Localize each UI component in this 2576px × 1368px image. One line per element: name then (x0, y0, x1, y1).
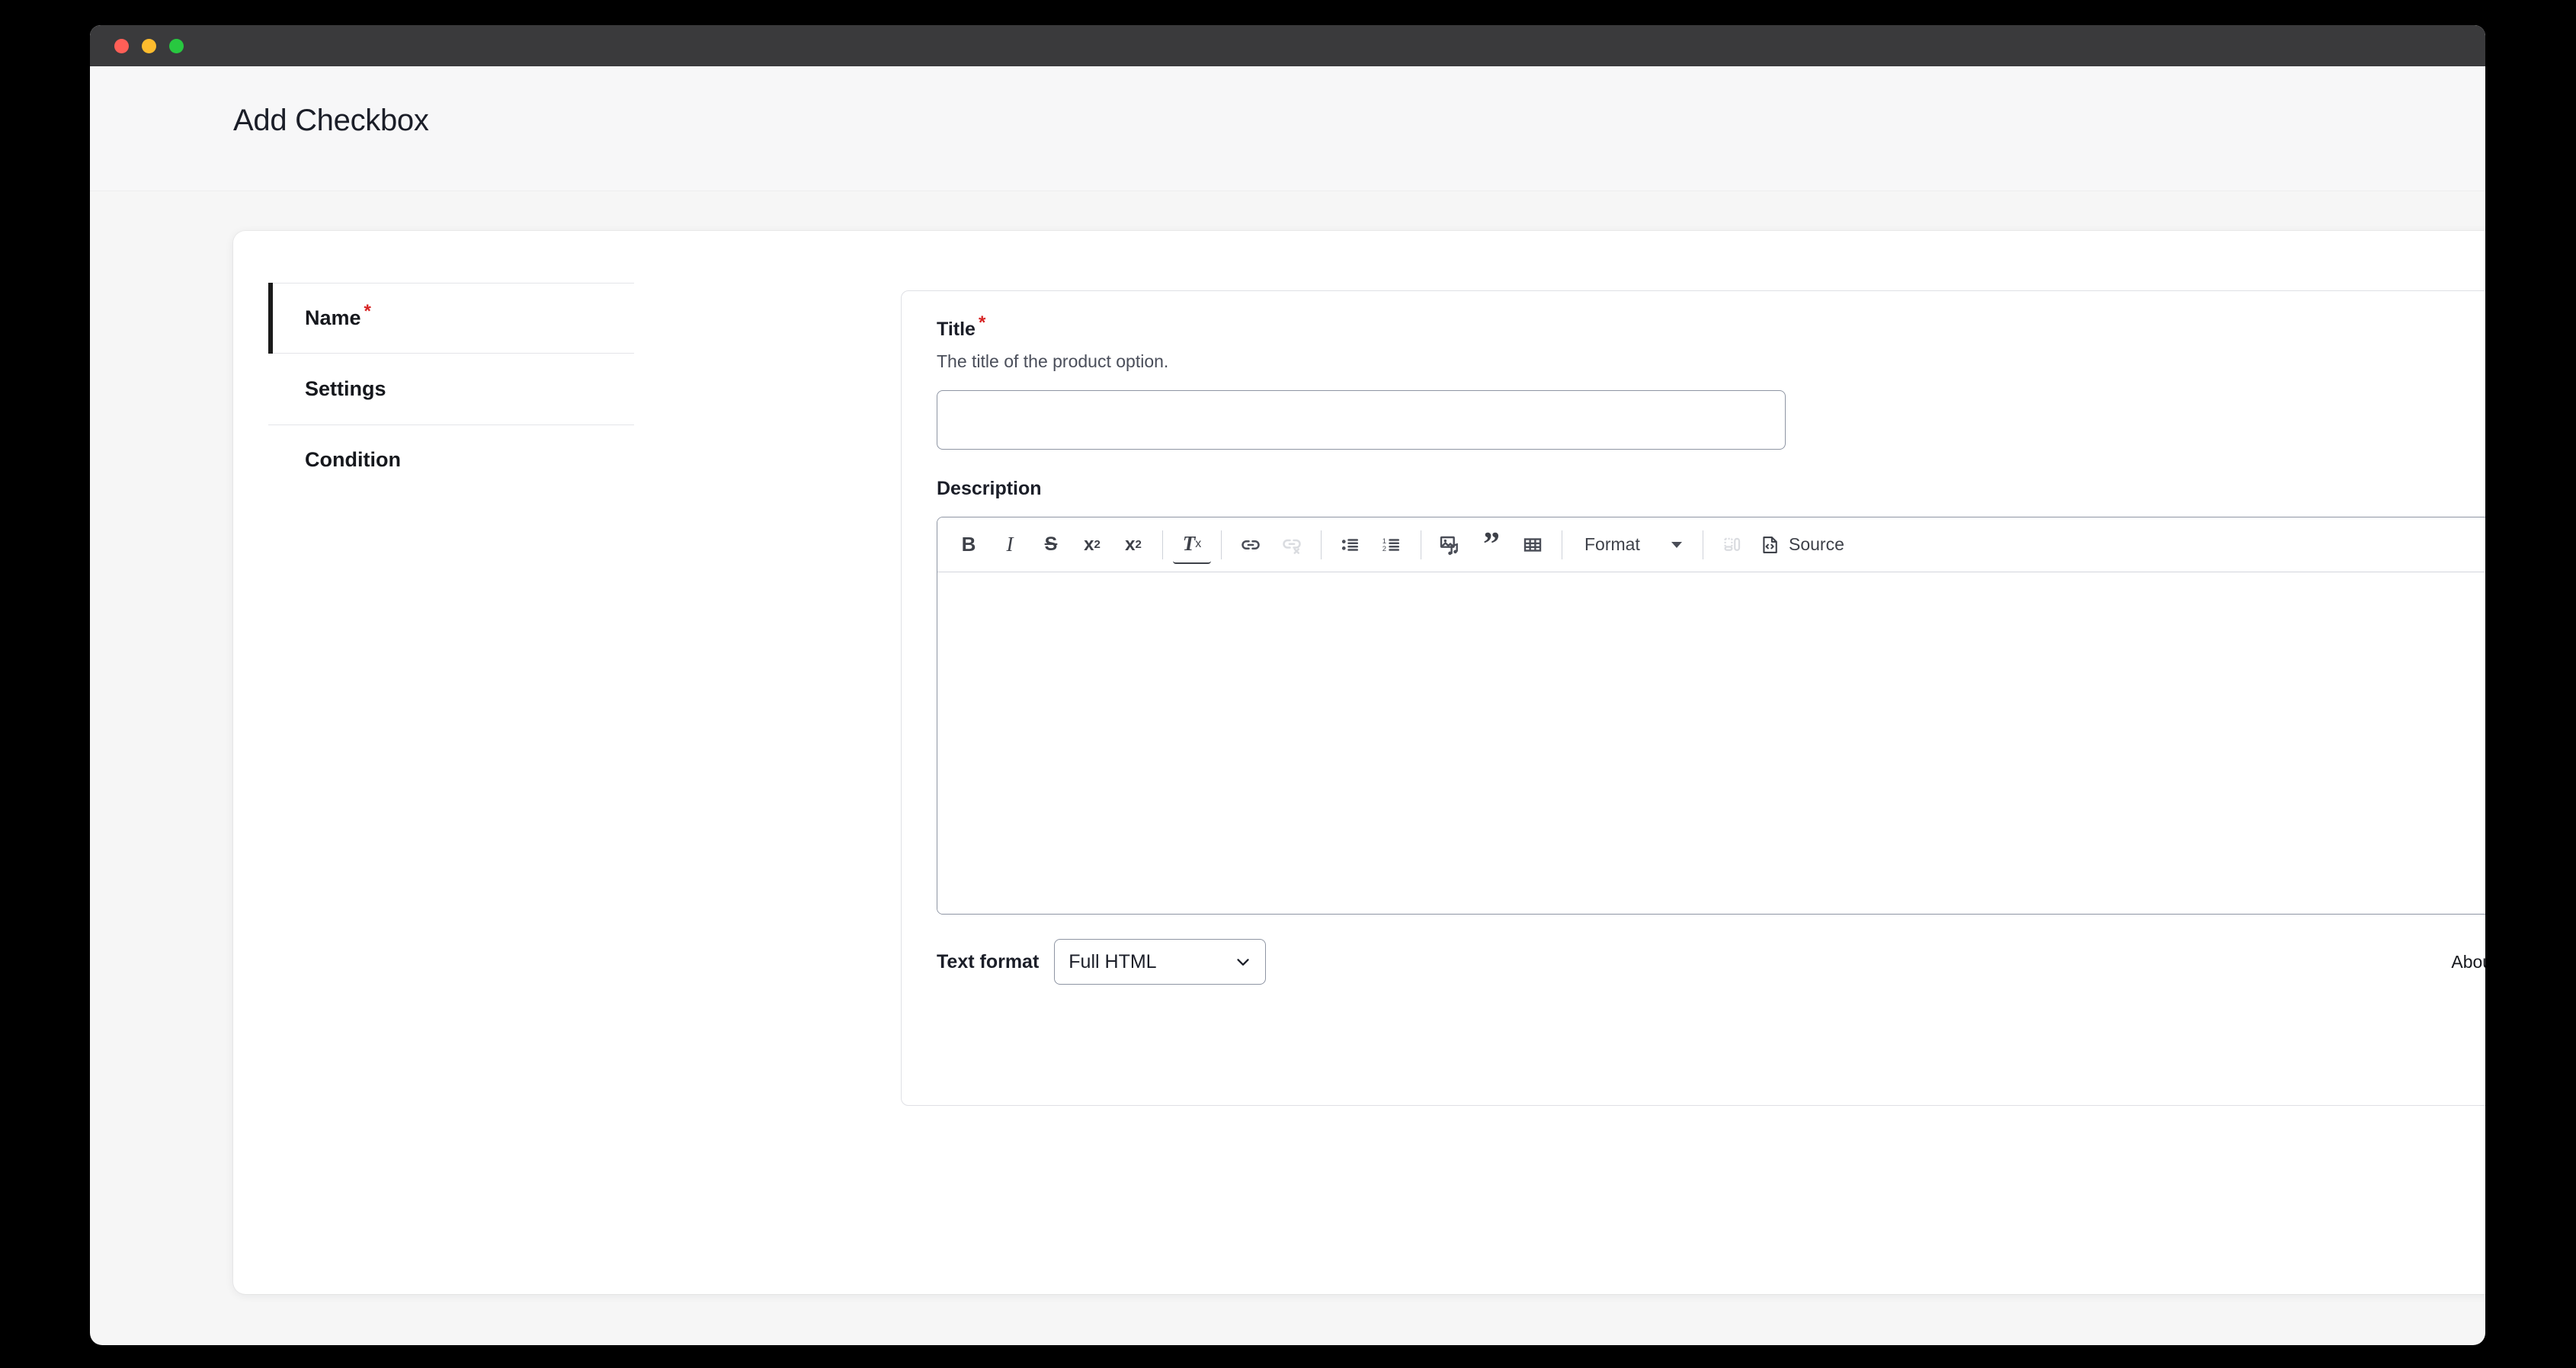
strikethrough-icon[interactable]: S (1032, 526, 1070, 564)
bulleted-list-icon[interactable] (1331, 526, 1370, 564)
text-format-row: Text format Full HTML About text formats (937, 939, 2485, 985)
chevron-down-icon (1237, 959, 1249, 966)
unlink-icon (1273, 526, 1311, 564)
rich-text-editor: B I S x2 x2 Tx 1 2 ” Format Source (937, 517, 2485, 915)
main-content-card: Name * Settings Condition Title * The titl… (233, 231, 2485, 1294)
toolbar-separator (1162, 530, 1163, 559)
subscript-icon[interactable]: x2 (1114, 526, 1152, 564)
sidebar-item-label: Condition (305, 448, 401, 471)
title-field-description: The title of the product option. (937, 351, 1169, 371)
title-field-label: Title * (937, 313, 1786, 341)
page-header: Add Checkbox (90, 66, 2485, 191)
description-field-label: Description (937, 478, 1042, 499)
editor-toolbar: B I S x2 x2 Tx 1 2 ” Format Source (937, 517, 2485, 572)
title-label-text: Title (937, 319, 976, 340)
form-panel: Title * The title of the product option. … (901, 290, 2485, 1106)
remove-format-icon[interactable]: Tx (1173, 526, 1211, 564)
maximize-window-icon[interactable] (169, 39, 184, 53)
chevron-down-icon (1671, 541, 1682, 548)
window-titlebar (90, 25, 2485, 66)
format-dropdown[interactable]: Format (1575, 527, 1690, 563)
vertical-tabs: Name * Settings Condition (268, 283, 634, 495)
toolbar-separator (1321, 530, 1322, 559)
media-embed-icon[interactable] (1431, 526, 1469, 564)
toolbar-separator (1221, 530, 1222, 559)
description-field-group: Description B I S x2 x2 Tx 1 2 ” Format … (937, 478, 2485, 985)
required-asterisk: * (364, 301, 371, 322)
blockquote-icon[interactable]: ” (1472, 526, 1511, 564)
minimize-window-icon[interactable] (142, 39, 156, 53)
superscript-icon[interactable]: x2 (1073, 526, 1111, 564)
sidebar-item-label: Name (305, 306, 361, 329)
source-label: Source (1789, 534, 1844, 554)
sidebar-item-name[interactable]: Name * (268, 283, 634, 354)
close-window-icon[interactable] (114, 39, 129, 53)
browser-window: Add Checkbox Name * Settings Condition Ti… (90, 25, 2485, 1345)
sidebar-item-label: Settings (305, 377, 386, 400)
svg-text:2: 2 (1383, 544, 1386, 553)
traffic-lights (114, 39, 184, 53)
page-title: Add Checkbox (233, 104, 429, 137)
templates-icon (1713, 526, 1751, 564)
format-dropdown-label: Format (1584, 534, 1640, 554)
text-format-select[interactable]: Full HTML (1054, 939, 1267, 985)
numbered-list-icon[interactable]: 1 2 (1373, 526, 1411, 564)
title-input[interactable] (937, 390, 1786, 450)
italic-icon[interactable]: I (991, 526, 1029, 564)
editor-content-area[interactable] (937, 572, 2485, 914)
title-field-group: Title * The title of the product option. (937, 313, 1786, 450)
table-icon[interactable] (1514, 526, 1552, 564)
bold-icon[interactable]: B (950, 526, 988, 564)
sidebar-item-settings[interactable]: Settings (268, 354, 634, 424)
source-button[interactable]: Source (1753, 526, 1850, 564)
about-text-formats-link[interactable]: About text formats (2451, 952, 2485, 972)
link-icon[interactable] (1232, 526, 1270, 564)
text-format-label: Text format (937, 950, 1040, 972)
sidebar-item-condition[interactable]: Condition (268, 424, 634, 495)
required-asterisk: * (978, 312, 986, 333)
text-format-selected-value: Full HTML (1069, 950, 1157, 972)
